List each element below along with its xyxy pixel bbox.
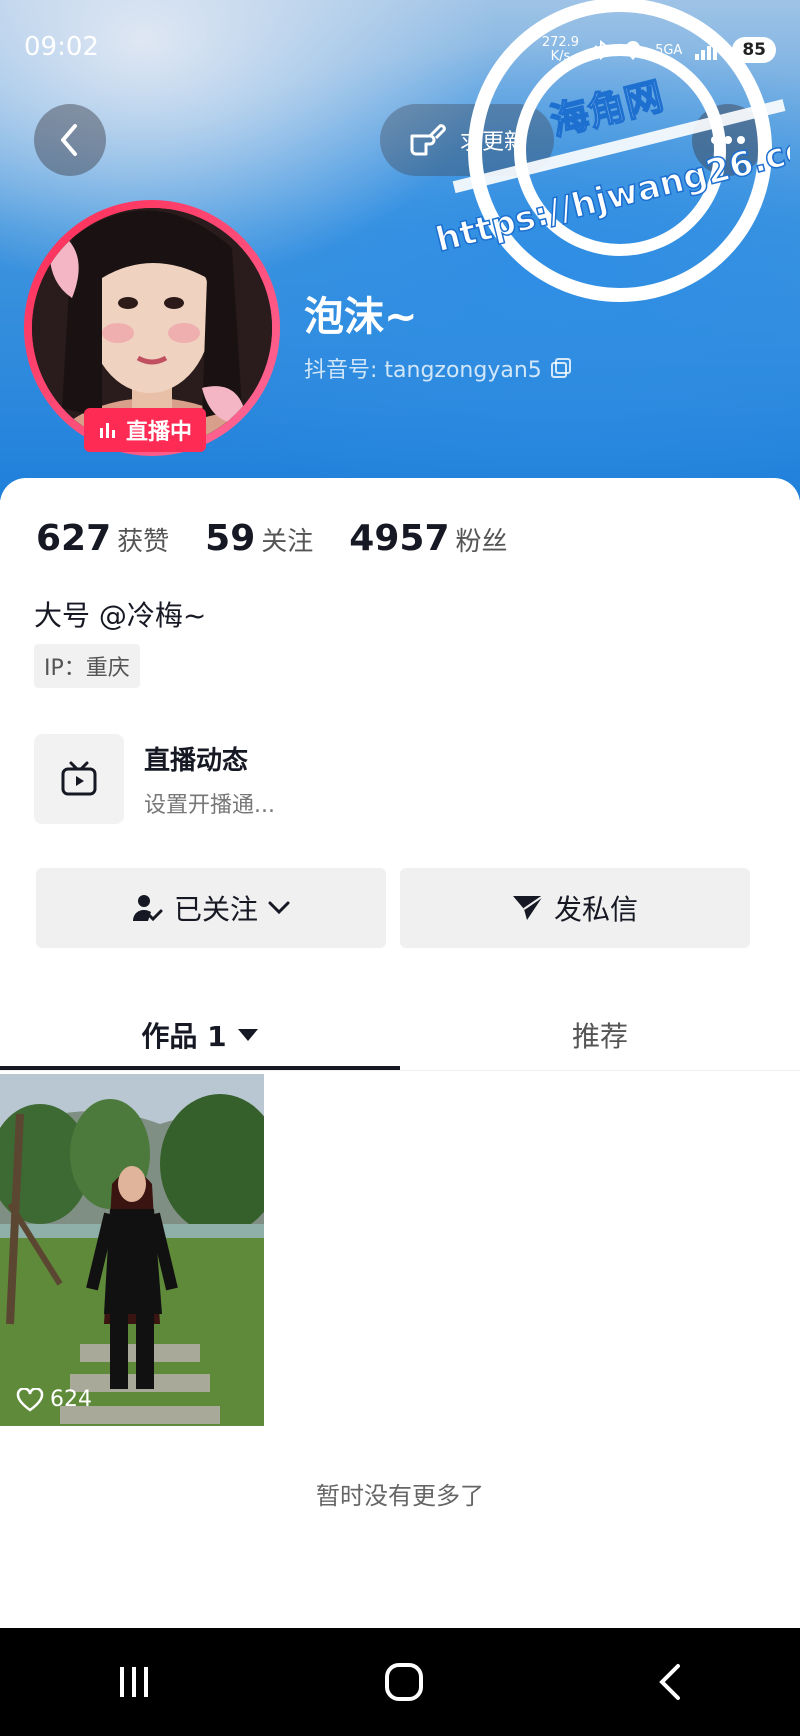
pointing-hand-icon bbox=[410, 124, 446, 156]
profile-name: 泡沫~ bbox=[304, 294, 418, 340]
copy-icon[interactable] bbox=[550, 357, 572, 379]
battery-indicator: 85 bbox=[732, 37, 776, 63]
tv-icon bbox=[61, 761, 97, 796]
live-badge-label: 直播中 bbox=[126, 420, 193, 445]
stats-row: 627 获赞 59 关注 4957 粉丝 bbox=[36, 518, 508, 559]
content-tabs: 作品 1 推荐 bbox=[0, 1000, 800, 1071]
status-time: 09:02 bbox=[24, 32, 99, 62]
user-check-icon bbox=[132, 895, 163, 922]
bluetooth-icon bbox=[594, 40, 608, 60]
tab-recommended[interactable]: 推荐 bbox=[400, 1000, 800, 1070]
live-dynamic-subtitle: 设置开播通... bbox=[144, 792, 275, 818]
signal-label: 5GA bbox=[655, 42, 683, 58]
stat-likes[interactable]: 627 获赞 bbox=[36, 518, 169, 559]
location-icon bbox=[626, 41, 641, 60]
douyin-id-text: 抖音号: tangzongyan5 bbox=[304, 358, 542, 383]
more-dots-icon bbox=[711, 136, 745, 144]
following-label: 已关注 bbox=[173, 893, 258, 926]
post-likes: 624 bbox=[16, 1387, 92, 1412]
signal-bars-icon bbox=[695, 42, 718, 60]
no-more-text: 暂时没有更多了 bbox=[316, 1482, 484, 1510]
chevron-left-icon bbox=[61, 124, 77, 156]
live-badge[interactable]: 直播中 bbox=[84, 408, 207, 452]
active-tab-indicator bbox=[0, 1066, 400, 1070]
caret-down-icon bbox=[237, 1029, 258, 1041]
douyin-id: 抖音号: tangzongyan5 bbox=[304, 352, 572, 384]
back-nav-icon[interactable] bbox=[656, 1662, 684, 1702]
bio-text: 大号 @冷梅~ bbox=[34, 599, 207, 632]
profile-panel: 627 获赞 59 关注 4957 粉丝 大号 @冷梅~ IP：重庆 直播动态 设置开… bbox=[0, 478, 800, 1628]
ip-location-tag: IP：重庆 bbox=[34, 644, 140, 688]
post-image bbox=[0, 1074, 264, 1426]
live-dynamic-title: 直播动态 bbox=[144, 745, 249, 776]
request-update-button[interactable]: 求更新 bbox=[380, 104, 555, 176]
post-thumbnail[interactable]: 624 bbox=[0, 1074, 264, 1426]
stat-followers[interactable]: 4957 粉丝 bbox=[349, 518, 507, 559]
message-label: 发私信 bbox=[553, 893, 638, 926]
chevron-down-icon bbox=[268, 901, 290, 915]
live-dynamic-icon-box bbox=[34, 734, 124, 824]
post-likes-count: 624 bbox=[50, 1387, 92, 1412]
network-speed: 272.9 K/s bbox=[541, 35, 580, 64]
status-indicators: 272.9 K/s 5GA 85 bbox=[542, 36, 776, 64]
recent-apps-icon[interactable] bbox=[116, 1664, 152, 1700]
back-button[interactable] bbox=[34, 104, 106, 176]
request-update-label: 求更新 bbox=[460, 130, 527, 155]
following-button[interactable]: 已关注 bbox=[36, 868, 386, 948]
more-button[interactable] bbox=[692, 104, 764, 176]
home-icon[interactable] bbox=[384, 1662, 424, 1702]
live-dynamic-entry[interactable]: 直播动态 设置开播通... bbox=[34, 734, 275, 824]
send-icon bbox=[512, 895, 544, 920]
heart-icon bbox=[16, 1387, 44, 1412]
system-nav-bar bbox=[0, 1628, 800, 1736]
tab-works[interactable]: 作品 1 bbox=[0, 1000, 400, 1070]
live-bars-icon bbox=[100, 423, 115, 438]
message-button[interactable]: 发私信 bbox=[400, 868, 750, 948]
stat-following[interactable]: 59 关注 bbox=[205, 518, 313, 559]
